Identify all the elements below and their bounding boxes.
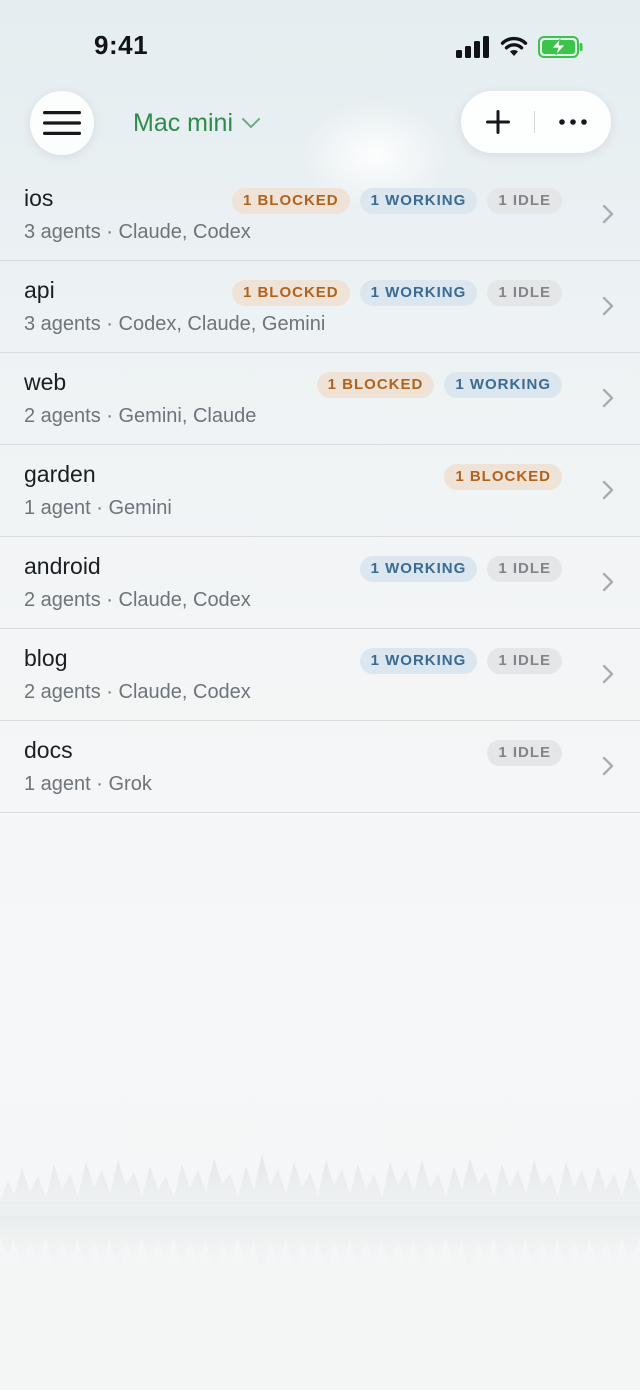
forest-background-illustration: [0, 1154, 640, 1282]
chevron-right-icon: [602, 480, 614, 500]
status-badge-idle: 1 IDLE: [487, 556, 562, 582]
chevron-right-icon: [602, 204, 614, 224]
project-name: api: [24, 277, 55, 303]
status-badge-blocked: 1 BLOCKED: [444, 464, 562, 490]
status-icons: [456, 34, 584, 60]
status-badge-working: 1 WORKING: [444, 372, 562, 398]
status-badge-blocked: 1 BLOCKED: [231, 188, 350, 214]
status-badge-blocked: 1 BLOCKED: [231, 280, 350, 306]
menu-button[interactable]: [30, 91, 94, 155]
project-agents-summary: 2 agents · Claude, Codex: [24, 681, 251, 703]
project-agents-summary: 1 agent · Grok: [24, 773, 152, 795]
status-badge-working: 1 WORKING: [359, 648, 478, 674]
project-name: ios: [24, 185, 54, 211]
project-agents-summary: 3 agents · Claude, Codex: [24, 221, 251, 243]
chevron-right-icon: [602, 664, 614, 684]
status-badges: 1 BLOCKED: [444, 464, 562, 490]
project-name: docs: [24, 737, 73, 763]
status-badges: 1 WORKING 1 IDLE: [359, 648, 562, 674]
status-badge-blocked: 1 BLOCKED: [316, 372, 435, 398]
project-row[interactable]: android 2 agents · Claude, Codex 1 WORKING…: [0, 537, 640, 629]
project-name: blog: [24, 645, 68, 671]
status-badges: 1 IDLE: [487, 740, 562, 766]
ellipsis-icon: [559, 119, 587, 125]
project-list: ios 3 agents · Claude, Codex 1 BLOCKED 1 WO…: [0, 169, 640, 813]
project-row[interactable]: garden 1 agent · Gemini 1 BLOCKED: [0, 445, 640, 537]
action-pill: [461, 91, 611, 153]
battery-charging-icon: [538, 36, 583, 58]
plus-icon: [486, 110, 510, 134]
status-badge-working: 1 WORKING: [359, 280, 478, 306]
status-badge-idle: 1 IDLE: [487, 188, 562, 214]
project-row[interactable]: blog 2 agents · Claude, Codex 1 WORKING 1 I…: [0, 629, 640, 721]
chevron-down-icon: [242, 118, 261, 128]
status-badges: 1 BLOCKED 1 WORKING 1 IDLE: [231, 280, 562, 306]
project-agents-summary: 2 agents · Claude, Codex: [24, 589, 251, 611]
status-badge-working: 1 WORKING: [359, 188, 478, 214]
project-name: web: [24, 369, 67, 395]
status-badges: 1 BLOCKED 1 WORKING: [316, 372, 562, 398]
chevron-right-icon: [602, 756, 614, 776]
more-button[interactable]: [535, 91, 611, 153]
cellular-signal-icon: [456, 36, 489, 58]
status-bar: 9:41: [0, 0, 640, 90]
wifi-icon: [500, 36, 528, 56]
add-button[interactable]: [461, 91, 535, 153]
status-badge-idle: 1 IDLE: [487, 648, 562, 674]
status-badges: 1 BLOCKED 1 WORKING 1 IDLE: [231, 188, 562, 214]
status-badge-working: 1 WORKING: [359, 556, 478, 582]
project-agents-summary: 3 agents · Codex, Claude, Gemini: [24, 313, 326, 335]
project-row[interactable]: ios 3 agents · Claude, Codex 1 BLOCKED 1 WO…: [0, 169, 640, 261]
status-badges: 1 WORKING 1 IDLE: [359, 556, 562, 582]
status-badge-idle: 1 IDLE: [487, 740, 562, 766]
project-agents-summary: 1 agent · Gemini: [24, 497, 172, 519]
project-name: garden: [24, 461, 96, 487]
project-row[interactable]: docs 1 agent · Grok 1 IDLE: [0, 721, 640, 813]
hamburger-menu-icon: [43, 111, 81, 135]
project-agents-summary: 2 agents · Gemini, Claude: [24, 405, 257, 427]
device-selector[interactable]: Mac mini: [133, 106, 261, 140]
project-row[interactable]: api 3 agents · Codex, Claude, Gemini 1 BLO…: [0, 261, 640, 353]
status-badge-idle: 1 IDLE: [487, 280, 562, 306]
project-row[interactable]: web 2 agents · Gemini, Claude 1 BLOCKED 1 W…: [0, 353, 640, 445]
status-time: 9:41: [94, 30, 149, 60]
chevron-right-icon: [602, 296, 614, 316]
project-name: android: [24, 553, 101, 579]
chevron-right-icon: [602, 388, 614, 408]
chevron-right-icon: [602, 572, 614, 592]
device-name: Mac mini: [133, 108, 234, 137]
